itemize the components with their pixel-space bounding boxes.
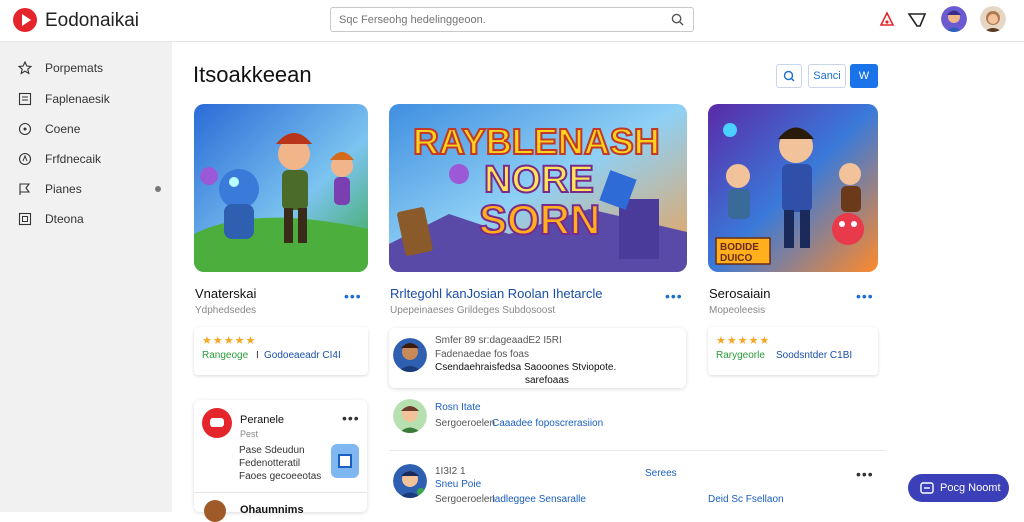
avatar [393, 338, 427, 372]
more-options-icon[interactable]: ••• [344, 288, 362, 304]
avatar [393, 464, 427, 498]
cart-icon[interactable] [906, 9, 928, 31]
notification-icon[interactable] [876, 9, 898, 31]
sidebar-item-browse[interactable]: Coene [0, 116, 172, 142]
sidebar-item-label: Coene [45, 122, 81, 136]
notification-dot [155, 186, 161, 192]
logo-icon[interactable] [13, 8, 37, 32]
comment-card[interactable]: Smfer 89 sr:dageaadE2 I5RI Fadenaedae fo… [389, 328, 686, 388]
activity-title: Ohaumnims [240, 504, 304, 516]
sidebar-item-pages[interactable]: Pianes [0, 176, 172, 202]
app-title: Eodonaikai [45, 10, 140, 31]
more-options-icon[interactable]: ••• [856, 288, 874, 304]
game-title[interactable]: Rrltegohl kanJosian Roolan Ihetarcle [390, 286, 602, 301]
comment-meta: Smfer 89 sr:dageaadE2 I5RI [435, 335, 562, 346]
comment-subline: Fadenaedae fos foas [435, 349, 529, 360]
banner-title-line2: NORE [484, 159, 594, 201]
stat-label: Rangeoge [202, 350, 249, 361]
game-subtitle: Mopeoleesis [709, 305, 766, 316]
banner-title-line3: SORN [479, 196, 600, 243]
feed-link[interactable]: Caaadee foposcrerasiion [492, 418, 603, 429]
avatar[interactable] [941, 6, 967, 32]
search-icon [783, 70, 795, 82]
user-avatar[interactable] [980, 6, 1006, 32]
star-icon [18, 61, 32, 75]
game-subtitle: Ydphedsedes [195, 305, 257, 316]
activity-subtitle: Pest [240, 429, 259, 439]
banner-title-line1: RAYBLENASH [413, 121, 660, 162]
game-title[interactable]: Vnaterskai [195, 286, 256, 301]
game-thumbnail-featured[interactable]: RAYBLENASH NORE SORN [389, 104, 687, 272]
stat-separator: I [256, 350, 259, 361]
more-options-icon[interactable]: ••• [342, 410, 360, 426]
more-options-icon[interactable]: ••• [665, 288, 683, 304]
game-badge-text: BODIDE [720, 242, 759, 253]
game-banner-artwork: RAYBLENASH NORE SORN [389, 104, 687, 272]
page-title: Itsoakkeean [193, 62, 312, 87]
feed-link[interactable]: Iadleggee Sensaralle [492, 494, 586, 505]
game-thumbnail-3[interactable]: BODIDE DUICO [708, 104, 878, 272]
stat-value: Godoeaeadr CI4I [264, 350, 341, 361]
game-artwork [194, 104, 368, 272]
share-button[interactable] [331, 444, 359, 478]
game-title[interactable]: Serosaiain [709, 286, 770, 301]
sidebar-item-label: Pianes [45, 182, 82, 196]
avatar [204, 500, 226, 522]
filter-button[interactable]: Sanci [808, 64, 846, 88]
search-icon[interactable] [671, 13, 684, 26]
stat-label: Rarygeorle [716, 350, 765, 361]
game-artwork: BODIDE DUICO [708, 104, 878, 272]
sidebar-item-label: Porpemats [45, 61, 104, 75]
game-thumbnail-1[interactable] [194, 104, 368, 272]
feed-username[interactable]: Rosn Itate [435, 402, 481, 413]
comment-text: Csendaehraisfedsa Saooones Stviopote. [435, 362, 617, 373]
game-stats-card: ★★★★★ Rarygeorle Soodsntder C1BI [708, 327, 878, 375]
star-rating: ★★★★★ [716, 335, 771, 347]
settings-icon [18, 212, 32, 226]
sidebar-item-library[interactable]: Faplenaesik [0, 86, 172, 112]
sidebar-item-label: Dteona [45, 212, 84, 226]
star-rating: ★★★★★ [202, 335, 257, 347]
activity-line: Faoes gecoeeotas [239, 471, 322, 482]
sidebar-item-favorites[interactable]: Porpemats [0, 55, 172, 81]
avatar [393, 399, 427, 433]
search-bar[interactable] [330, 7, 694, 32]
post-button[interactable]: Pocg Noomt [908, 474, 1009, 502]
activity-card[interactable]: Peranele Pest ••• Pase Sdeudun Fedenotte… [194, 400, 367, 522]
sidebar-item-settings[interactable]: Dteona [0, 206, 172, 232]
game-badge-text: DUICO [720, 253, 752, 264]
sidebar-item-label: Frfdnecaik [45, 152, 102, 166]
flag-icon [19, 183, 31, 195]
more-options-icon[interactable]: ••• [856, 466, 874, 482]
post-icon [920, 482, 934, 494]
sidebar-item-label: Faplenaesik [45, 92, 110, 106]
circle-icon [18, 122, 32, 136]
friends-icon [18, 152, 32, 166]
sidebar-item-friends[interactable]: Frfdnecaik [0, 146, 172, 172]
feed-username[interactable]: Sneu Poie [435, 479, 481, 490]
activity-line: Fedenotteratil [239, 458, 301, 469]
feed-tag[interactable]: Serees [645, 468, 677, 479]
feed-date: Deid Sc Fsellaon [708, 494, 784, 505]
search-button[interactable] [776, 64, 802, 88]
app-avatar [202, 408, 232, 438]
feed-text: Sergoeroelen [435, 494, 496, 505]
post-button-label: Pocg Noomt [940, 482, 1001, 494]
activity-title: Peranele [240, 414, 285, 426]
sidebar: Porpemats Faplenaesik Coene Frfdnecaik P… [0, 42, 172, 512]
comment-footer: sarefoaas [525, 375, 569, 386]
activity-line: Pase Sdeudun [239, 445, 305, 456]
search-input[interactable] [339, 11, 659, 29]
game-stats-card: ★★★★★ Rangeoge I Godoeaeadr CI4I [194, 327, 368, 375]
library-icon [18, 92, 32, 106]
feed-text: Sergoeroelen [435, 418, 496, 429]
divider [389, 450, 885, 451]
action-button[interactable]: W [850, 64, 878, 88]
stat-value: Soodsntder C1BI [776, 350, 853, 361]
game-subtitle: Upepeinaeses Grildeges Subdosoost [390, 305, 556, 316]
top-bar: Eodonaikai [0, 0, 1024, 42]
feed-meta: 1I3I2 1 [435, 466, 466, 477]
